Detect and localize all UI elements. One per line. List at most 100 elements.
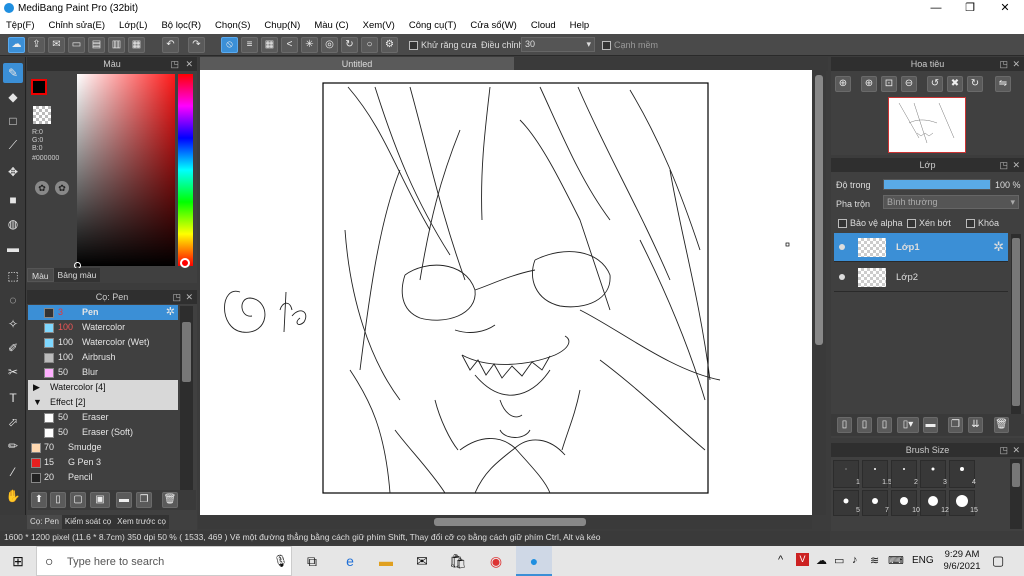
rotate-left-icon[interactable]: ↺	[927, 76, 943, 92]
brush-size-4[interactable]: 4	[949, 460, 976, 488]
dot-tool-icon[interactable]: ⟋	[3, 135, 23, 155]
undo-icon[interactable]: ↶	[162, 37, 179, 53]
primary-color-swatch[interactable]	[31, 79, 47, 95]
search-box[interactable]: ○ Type here to search 🎙	[36, 546, 292, 576]
duplicate-icon[interactable]: ❐	[948, 417, 963, 433]
clipping-checkbox[interactable]	[907, 219, 916, 229]
select-tool-icon[interactable]: ⬚	[3, 266, 23, 286]
keyboard-icon[interactable]: ⌨	[888, 554, 904, 567]
text-tool-icon[interactable]: T	[3, 388, 23, 408]
cloud-icon[interactable]: ☁	[8, 37, 25, 53]
snap-settings-icon[interactable]: ⚙	[381, 37, 398, 53]
close-icon[interactable]: ✕	[1012, 443, 1020, 457]
zoom-out-icon[interactable]: ⊖	[901, 76, 917, 92]
soft-edge-checkbox[interactable]	[602, 41, 611, 51]
notifications-icon[interactable]: ▢	[992, 553, 1004, 569]
microphone-icon[interactable]: 🎙	[273, 554, 288, 568]
blend-mode-select[interactable]: Bình thường ▾	[883, 195, 1019, 209]
rect-tool-icon[interactable]: □	[3, 111, 23, 131]
task-view-icon[interactable]: ⧉	[294, 546, 330, 576]
brush-size-1-5[interactable]: 1.5	[862, 460, 892, 488]
brush-size-2[interactable]: 2	[891, 460, 918, 488]
zoom-in-icon[interactable]: ⊕	[835, 76, 851, 92]
antialias-checkbox[interactable]	[409, 41, 418, 51]
palette-add-icon[interactable]: ✿	[55, 181, 69, 195]
brush-item-gpen3[interactable]: 15 G Pen 3	[28, 455, 178, 470]
trash-icon[interactable]: 🗑	[994, 417, 1009, 433]
brush-size-15[interactable]: 15	[949, 490, 978, 516]
divide-tool-icon[interactable]: ✏	[3, 436, 23, 456]
comment-icon[interactable]: ✉	[48, 37, 65, 53]
menu-color[interactable]: Màu (C)	[314, 20, 348, 31]
medibang-taskbar-icon[interactable]: ●	[516, 546, 552, 576]
zoom-in-icon[interactable]: ⊕	[861, 76, 877, 92]
tab-color[interactable]: Màu	[27, 268, 54, 282]
cloud-tray-icon[interactable]: ☁	[816, 554, 827, 567]
store-icon[interactable]: 🛍	[440, 546, 476, 576]
lasso-tool-icon[interactable]: ◌	[3, 290, 23, 310]
trash-icon[interactable]: 🗑	[162, 492, 178, 508]
menu-edit[interactable]: Chỉnh sửa(E)	[49, 20, 106, 31]
add-layer-menu-icon[interactable]: ▯▾	[897, 417, 919, 433]
canvas-tab[interactable]: Untitled	[200, 57, 514, 71]
detach-icon[interactable]: ◳	[999, 443, 1008, 457]
detach-icon[interactable]: ◳	[170, 57, 179, 71]
canvas-drawing[interactable]	[200, 70, 812, 515]
clock[interactable]: 9:29 AM 9/6/2021	[942, 549, 982, 573]
magic-wand-icon[interactable]: ✧	[3, 314, 23, 334]
saturation-value-picker[interactable]	[74, 74, 175, 269]
new-layer-icon[interactable]: ▯	[837, 417, 852, 433]
brush-size-scrollbar[interactable]	[1010, 459, 1022, 529]
brush-item-eraser[interactable]: 50 Eraser	[28, 410, 178, 425]
brush-tool-icon[interactable]: ✎	[3, 63, 23, 83]
canvas-viewport[interactable]	[200, 70, 812, 515]
brush-new-icon[interactable]: ▣	[90, 492, 110, 508]
brush-item-watercolor-wet[interactable]: 100 Watercolor (Wet)	[28, 335, 178, 350]
brush-item-smudge[interactable]: 70 Smudge	[28, 440, 178, 455]
volume-icon[interactable]: ♪	[852, 554, 858, 566]
close-icon[interactable]: ✕	[1012, 57, 1020, 71]
protect-alpha-checkbox[interactable]	[838, 219, 847, 229]
radial-snap-icon[interactable]: ✳	[301, 37, 318, 53]
brush-page-icon[interactable]: ▯	[50, 492, 66, 508]
page-icon[interactable]: ▤	[88, 37, 105, 53]
gear-icon[interactable]: ✲	[993, 239, 1004, 255]
brush-size-5[interactable]: 5	[833, 490, 860, 516]
pages-icon[interactable]: ▥	[108, 37, 125, 53]
gradient-tool-icon[interactable]: ▬	[3, 238, 23, 258]
opacity-slider[interactable]	[883, 179, 991, 190]
curve-snap-icon[interactable]: ↻	[341, 37, 358, 53]
eyedropper-icon[interactable]: ⁄	[3, 462, 23, 482]
new-layer-8bit-icon[interactable]: ▯	[857, 417, 872, 433]
chat-icon[interactable]: ▭	[68, 37, 85, 53]
menu-select[interactable]: Chọn(S)	[215, 20, 250, 31]
file-explorer-icon[interactable]: ▬	[368, 546, 404, 576]
brush-size-12[interactable]: 12	[920, 490, 949, 516]
snap-off-icon[interactable]: ⦸	[221, 37, 238, 53]
chrome-icon[interactable]: ◉	[478, 546, 514, 576]
brush-item-airbrush[interactable]: 100 Airbrush	[28, 350, 178, 365]
wifi-icon[interactable]: ≋	[870, 554, 879, 567]
visibility-icon[interactable]	[839, 274, 845, 280]
grid-icon[interactable]: ▦	[128, 37, 145, 53]
tab-brush-preview[interactable]: Xem trước cọ	[114, 515, 169, 529]
brush-item-eraser-soft[interactable]: 50 Eraser (Soft)	[28, 425, 178, 440]
hue-handle[interactable]	[180, 258, 190, 268]
brush-item-watercolor[interactable]: 100 Watercolor	[28, 320, 178, 335]
operation-tool-icon[interactable]: ⬀	[3, 412, 23, 432]
scrollbar-thumb[interactable]	[1012, 238, 1020, 406]
scrollbar-thumb[interactable]	[434, 518, 586, 526]
menu-window[interactable]: Cửa sổ(W)	[470, 20, 516, 31]
duplicate-icon[interactable]: ❐	[136, 492, 152, 508]
tab-brush[interactable]: Cọ: Pen	[27, 515, 62, 529]
menu-help[interactable]: Help	[570, 20, 590, 31]
gear-icon[interactable]: ✲	[166, 305, 175, 320]
redo-icon[interactable]: ↷	[188, 37, 205, 53]
vertical-scrollbar[interactable]	[812, 70, 826, 515]
palette-icon[interactable]: ✿	[35, 181, 49, 195]
brush-group-effect[interactable]: ▼ Effect [2]	[28, 395, 178, 410]
select-eraser-icon[interactable]: ✂	[3, 362, 23, 382]
folder-icon[interactable]: ▬	[116, 492, 132, 508]
folder-icon[interactable]: ▬	[923, 417, 938, 433]
circle-snap-icon[interactable]: ◎	[321, 37, 338, 53]
